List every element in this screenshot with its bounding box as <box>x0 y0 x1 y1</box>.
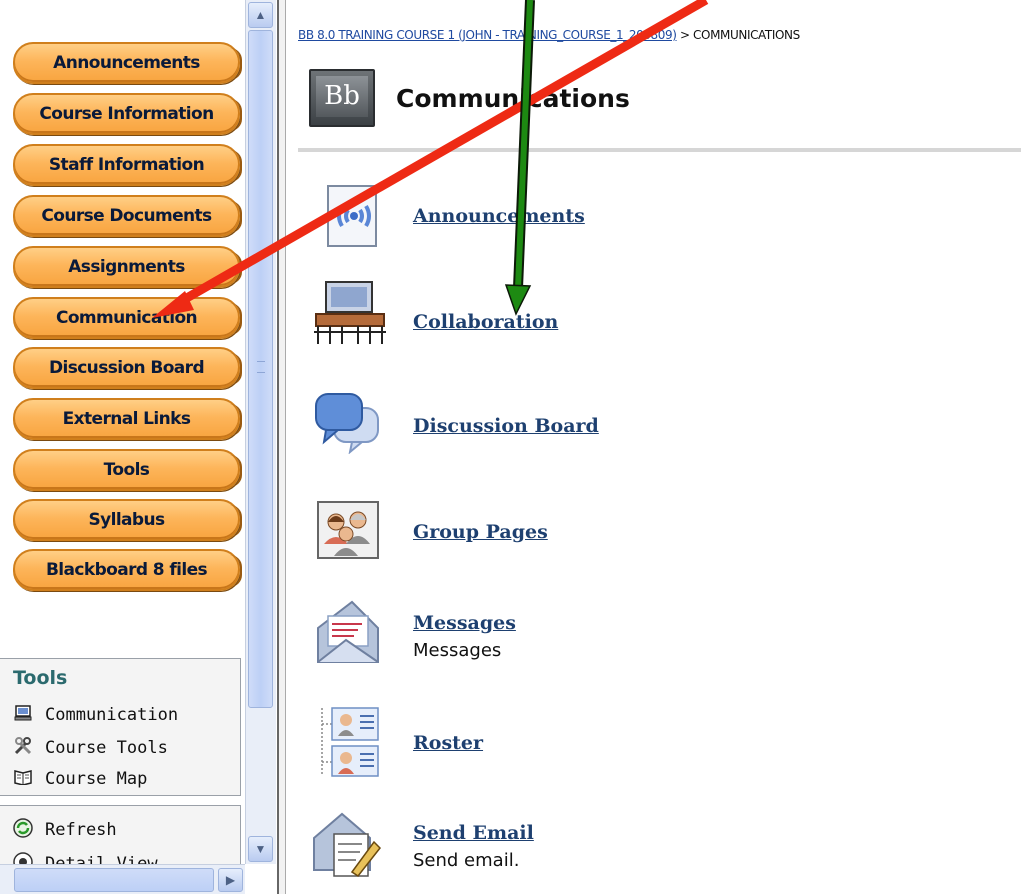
refresh-icon <box>13 818 33 842</box>
messages-icon[interactable] <box>312 598 382 666</box>
menu-button-communication[interactable]: Communication <box>13 297 242 339</box>
tool-link-roster[interactable]: Roster <box>413 732 483 754</box>
breadcrumb: BB 8.0 TRAINING COURSE 1 (JOHN - TRAININ… <box>298 28 800 42</box>
menu-button-staff-information[interactable]: Staff Information <box>13 144 242 186</box>
menu-button-syllabus[interactable]: Syllabus <box>13 499 242 541</box>
scroll-thumb[interactable] <box>248 30 273 708</box>
scroll-grip <box>257 361 265 373</box>
tool-link-announcements[interactable]: Announcements <box>413 205 585 227</box>
refresh-label: Refresh <box>45 820 117 840</box>
tool-link-collaboration[interactable]: Collaboration <box>413 311 558 333</box>
tools-item-course-tools[interactable]: Course Tools <box>13 737 168 759</box>
horizontal-scrollbar[interactable]: ▶ <box>0 864 245 894</box>
blackboard-logo-text: Bb <box>316 76 368 117</box>
chevron-down-icon: ▼ <box>254 842 267 856</box>
tools-icon <box>13 737 33 759</box>
menu-button-tools[interactable]: Tools <box>13 449 242 491</box>
menu-button-blackboard-8-files[interactable]: Blackboard 8 files <box>13 549 242 591</box>
tools-item-communication[interactable]: Communication <box>13 705 178 725</box>
blackboard-logo: Bb <box>309 69 375 127</box>
breadcrumb-current: COMMUNICATIONS <box>693 28 800 42</box>
refresh-button[interactable]: Refresh <box>13 818 117 842</box>
course-menu-frame: Announcements Course Information Staff I… <box>0 0 277 894</box>
tools-item-label: Course Map <box>45 769 148 789</box>
tools-item-label: Course Tools <box>45 738 168 758</box>
tool-link-send-email[interactable]: Send Email <box>413 822 534 844</box>
tool-link-discussion-board[interactable]: Discussion Board <box>413 415 599 437</box>
menu-button-course-documents[interactable]: Course Documents <box>13 195 242 237</box>
menu-button-course-information[interactable]: Course Information <box>13 93 242 135</box>
discussion-board-icon[interactable] <box>312 390 382 455</box>
breadcrumb-course-link[interactable]: BB 8.0 TRAINING COURSE 1 (JOHN - TRAININ… <box>298 28 677 42</box>
menu-button-announcements[interactable]: Announcements <box>13 42 242 84</box>
tool-link-group-pages[interactable]: Group Pages <box>413 521 548 543</box>
tools-panel-header: Tools <box>13 667 68 689</box>
tool-desc-messages: Messages <box>413 640 502 661</box>
tool-desc-send-email: Send email. <box>413 850 520 871</box>
tools-item-label: Communication <box>45 705 179 725</box>
scroll-right-button[interactable]: ▶ <box>218 868 243 892</box>
roster-icon[interactable] <box>316 706 386 778</box>
title-divider <box>298 148 1021 152</box>
hscroll-thumb[interactable] <box>14 868 214 892</box>
chevron-up-icon: ▲ <box>254 8 267 22</box>
computer-icon <box>13 705 33 725</box>
scroll-up-button[interactable]: ▲ <box>248 2 273 28</box>
tools-item-course-map[interactable]: Course Map <box>13 769 147 789</box>
menu-button-assignments[interactable]: Assignments <box>13 246 242 288</box>
collaboration-icon[interactable] <box>312 278 388 350</box>
frame-divider[interactable] <box>277 0 286 894</box>
page-title: Communications <box>396 84 630 113</box>
chevron-right-icon: ▶ <box>225 873 236 887</box>
view-panel: Refresh Detail View <box>0 805 241 865</box>
vertical-scrollbar[interactable]: ▲ ▼ <box>245 0 276 864</box>
breadcrumb-separator: > <box>679 28 690 42</box>
send-email-icon[interactable] <box>312 808 382 880</box>
announcements-icon[interactable] <box>318 184 382 248</box>
map-icon <box>13 769 33 789</box>
group-pages-icon[interactable] <box>316 500 380 564</box>
tool-link-messages[interactable]: Messages <box>413 612 516 634</box>
menu-button-discussion-board[interactable]: Discussion Board <box>13 347 242 389</box>
green-arrow <box>504 0 535 316</box>
menu-button-external-links[interactable]: External Links <box>13 398 242 440</box>
scroll-down-button[interactable]: ▼ <box>248 836 273 862</box>
tools-panel: Tools Communication Course Tools Course … <box>0 658 241 796</box>
